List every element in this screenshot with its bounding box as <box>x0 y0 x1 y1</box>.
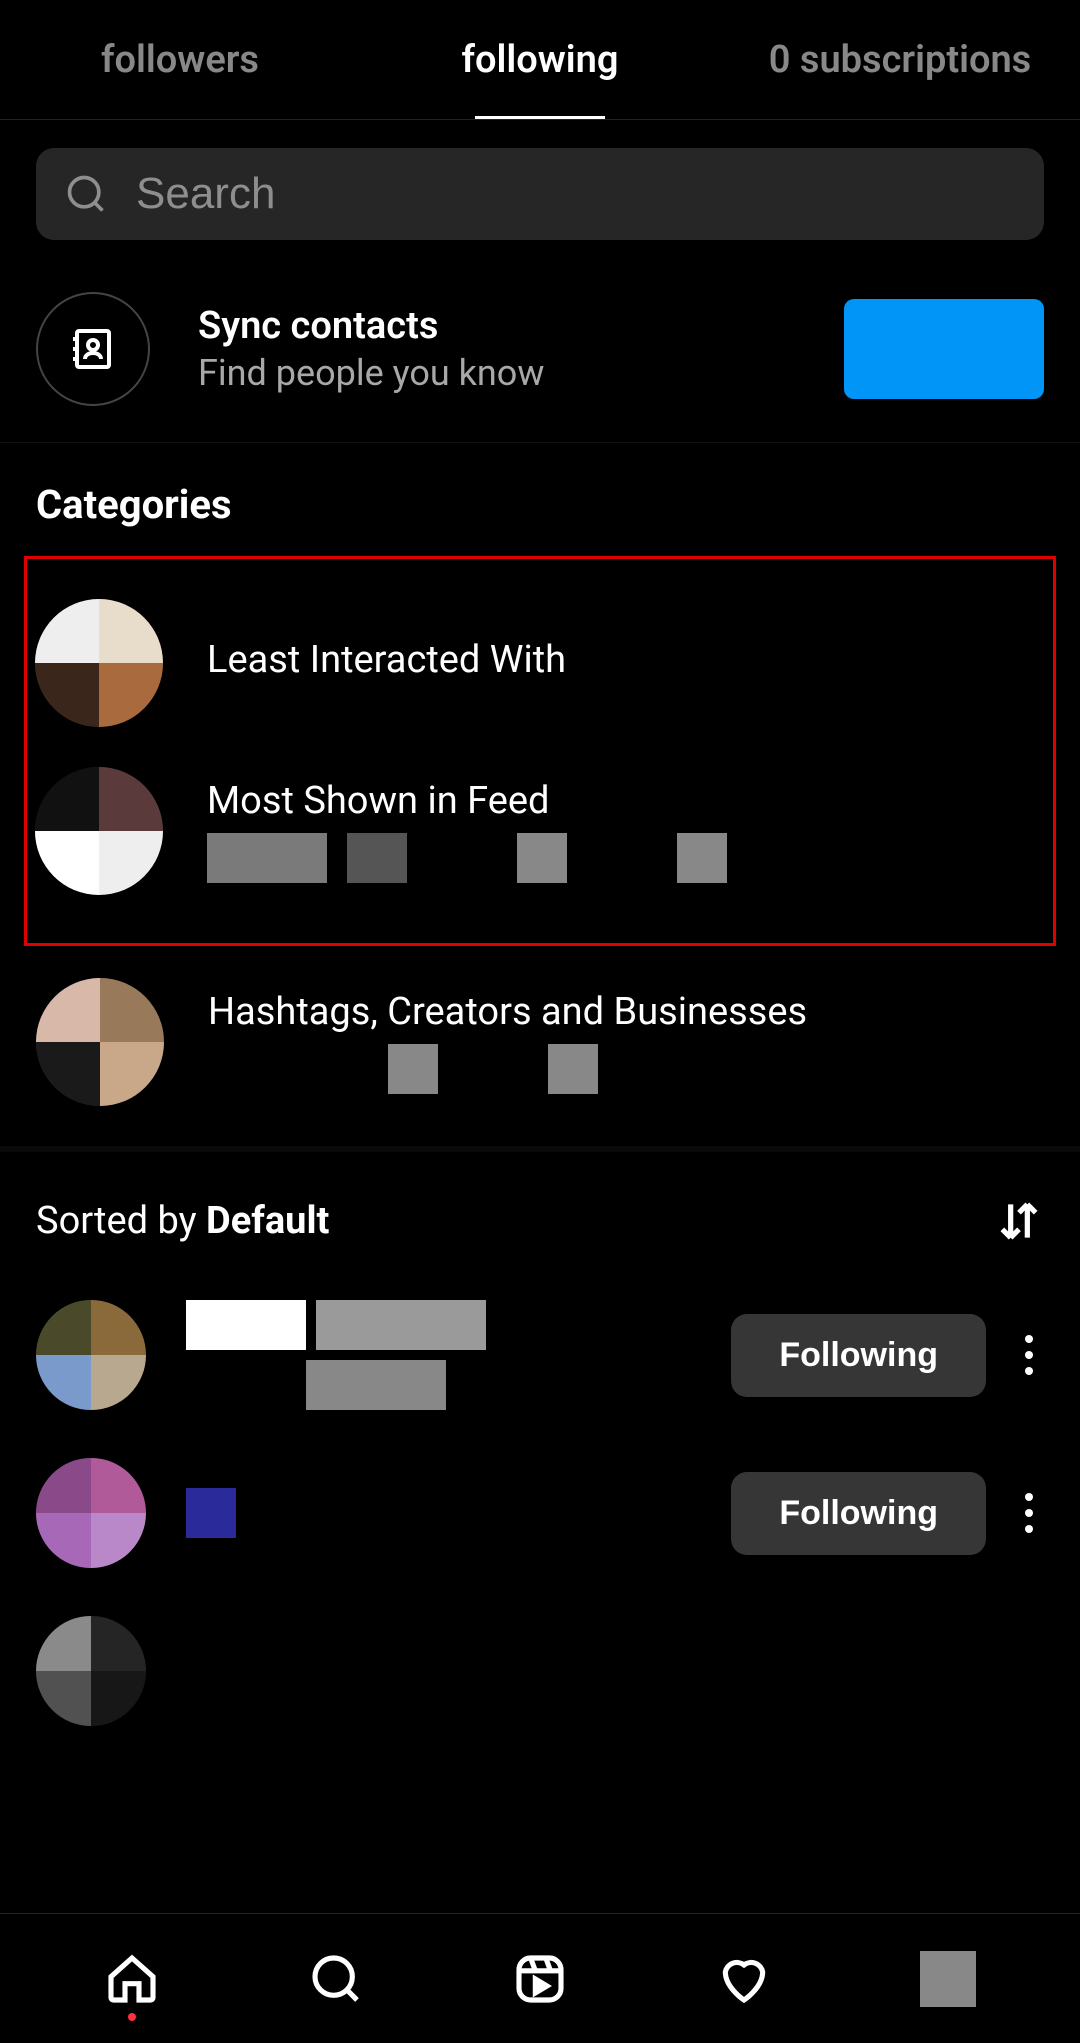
search-icon <box>64 172 108 216</box>
category-subtitle-redacted <box>208 1044 1044 1094</box>
category-least-interacted[interactable]: Least Interacted With <box>35 579 1045 747</box>
nav-home[interactable] <box>104 1951 160 2007</box>
nav-activity[interactable] <box>716 1951 772 2007</box>
sync-contacts-subtitle: Find people you know <box>198 352 844 394</box>
category-avatar <box>36 978 164 1106</box>
reels-icon <box>512 1951 568 2007</box>
nav-reels[interactable] <box>512 1951 568 2007</box>
category-avatar <box>35 599 163 727</box>
profile-thumbnail <box>920 1951 976 2007</box>
tab-subscriptions[interactable]: 0 subscriptions <box>720 0 1080 119</box>
tab-following[interactable]: following <box>360 0 720 119</box>
following-list-item[interactable] <box>36 1592 1044 1750</box>
more-options-button[interactable] <box>1014 1335 1044 1375</box>
categories-section: Categories Least Interacted With <box>0 443 1080 1146</box>
category-text: Least Interacted With <box>207 638 1045 688</box>
search-bar[interactable] <box>36 148 1044 240</box>
following-page-tabs: followers following 0 subscriptions <box>0 0 1080 120</box>
sorted-section: Sorted by Default Following <box>0 1146 1080 1750</box>
user-avatar <box>36 1616 146 1726</box>
tab-followers[interactable]: followers <box>0 0 360 119</box>
sorted-header[interactable]: Sorted by Default <box>36 1176 1044 1276</box>
category-text: Most Shown in Feed <box>207 779 1045 883</box>
category-text: Hashtags, Creators and Businesses <box>208 990 1044 1094</box>
sorted-label: Sorted by Default <box>36 1199 329 1243</box>
more-options-button[interactable] <box>1014 1493 1044 1533</box>
home-icon <box>104 1951 160 2007</box>
sync-contacts-row[interactable]: Sync contacts Find people you know <box>0 268 1080 443</box>
sort-arrows-icon[interactable] <box>994 1196 1044 1246</box>
following-button[interactable]: Following <box>731 1472 986 1555</box>
category-hashtags-creators[interactable]: Hashtags, Creators and Businesses <box>36 958 1044 1126</box>
user-name-redacted <box>186 1300 711 1410</box>
tab-following-label: following <box>461 38 618 82</box>
category-most-shown[interactable]: Most Shown in Feed <box>35 747 1045 915</box>
category-title: Least Interacted With <box>207 638 1045 682</box>
categories-highlight-box: Least Interacted With Most Shown in Feed <box>24 556 1056 946</box>
category-title: Hashtags, Creators and Businesses <box>208 990 1044 1034</box>
sync-contacts-title: Sync contacts <box>198 304 844 348</box>
sync-contacts-text: Sync contacts Find people you know <box>198 304 844 394</box>
address-book-icon <box>69 325 117 373</box>
user-avatar <box>36 1458 146 1568</box>
following-list-item[interactable]: Following <box>36 1434 1044 1592</box>
sync-contacts-button[interactable] <box>844 299 1044 399</box>
nav-home-notification-dot <box>128 2013 136 2021</box>
categories-heading: Categories <box>36 481 1044 528</box>
category-subtitle-redacted <box>207 833 1045 883</box>
category-avatar <box>35 767 163 895</box>
category-title: Most Shown in Feed <box>207 779 1045 823</box>
following-list-item[interactable]: Following <box>36 1276 1044 1434</box>
user-name-redacted <box>186 1488 711 1538</box>
nav-search[interactable] <box>308 1951 364 2007</box>
tab-followers-label: followers <box>101 38 259 82</box>
following-button[interactable]: Following <box>731 1314 986 1397</box>
search-icon <box>308 1951 364 2007</box>
contacts-icon-circle <box>36 292 150 406</box>
search-input[interactable] <box>136 169 1016 219</box>
bottom-navigation <box>0 1913 1080 2043</box>
sorted-prefix: Sorted by <box>36 1199 206 1243</box>
tab-subscriptions-label: 0 subscriptions <box>769 38 1031 82</box>
search-container <box>0 120 1080 268</box>
sorted-mode: Default <box>206 1199 329 1243</box>
nav-profile[interactable] <box>920 1951 976 2007</box>
user-avatar <box>36 1300 146 1410</box>
heart-icon <box>716 1951 772 2007</box>
